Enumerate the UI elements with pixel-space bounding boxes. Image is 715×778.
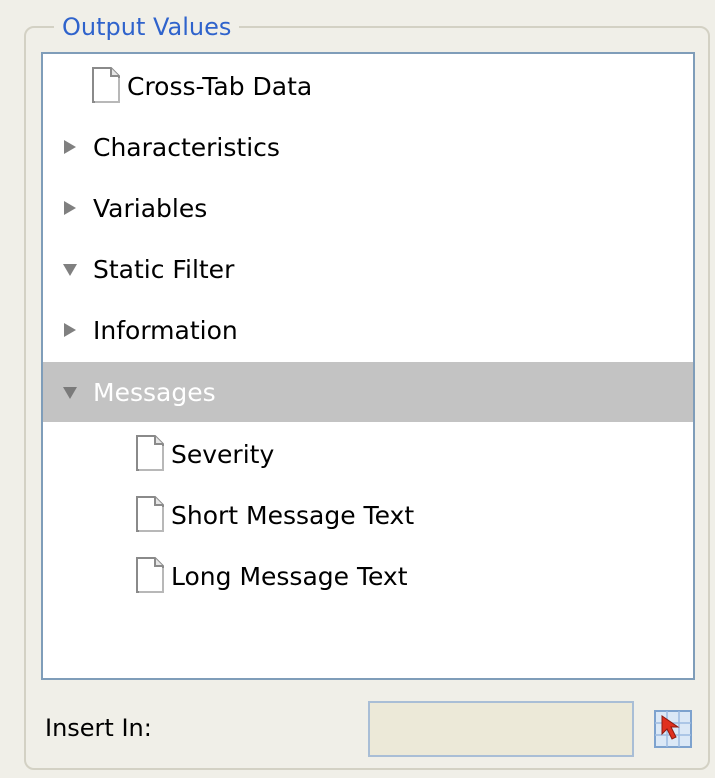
insert-in-field[interactable] xyxy=(368,701,634,757)
tree-item-messages[interactable]: Messages xyxy=(43,362,693,422)
tree-item-label: Long Message Text xyxy=(171,561,408,591)
group-title: Output Values xyxy=(54,10,240,44)
tree-item-label: Characteristics xyxy=(93,132,280,162)
document-icon xyxy=(136,496,164,532)
tree-item-short-message-text[interactable]: Short Message Text xyxy=(43,485,693,545)
tree-item-long-message-text[interactable]: Long Message Text xyxy=(43,546,693,606)
tree-item-label: Variables xyxy=(93,193,208,223)
tree-item-characteristics[interactable]: Characteristics xyxy=(43,117,693,177)
tree-item-static-filter[interactable]: Static Filter xyxy=(43,239,693,299)
tree-item-information[interactable]: Information xyxy=(43,300,693,360)
tree-item-severity[interactable]: Severity xyxy=(43,424,693,484)
expand-arrow-icon[interactable] xyxy=(57,317,83,343)
expand-arrow-icon[interactable] xyxy=(57,195,83,221)
tree-item-label: Cross-Tab Data xyxy=(127,71,313,101)
cell-picker-icon[interactable] xyxy=(652,708,694,750)
tree-item-variables[interactable]: Variables xyxy=(43,178,693,238)
document-icon xyxy=(136,557,164,593)
tree-item-label: Information xyxy=(93,315,238,345)
tree-item-label: Messages xyxy=(93,377,216,407)
tree-item-label: Short Message Text xyxy=(171,500,415,530)
output-values-tree[interactable]: Cross-Tab Data Characteristics Variables… xyxy=(41,52,695,680)
collapse-arrow-icon[interactable] xyxy=(57,256,83,282)
document-icon xyxy=(92,67,120,103)
tree-item-label: Severity xyxy=(171,439,275,469)
expand-arrow-icon[interactable] xyxy=(57,134,83,160)
document-icon xyxy=(136,435,164,471)
insert-in-label: Insert In: xyxy=(45,714,152,742)
tree-item-cross-tab-data[interactable]: Cross-Tab Data xyxy=(43,56,693,116)
tree-item-label: Static Filter xyxy=(93,254,235,284)
collapse-arrow-icon[interactable] xyxy=(57,379,83,405)
